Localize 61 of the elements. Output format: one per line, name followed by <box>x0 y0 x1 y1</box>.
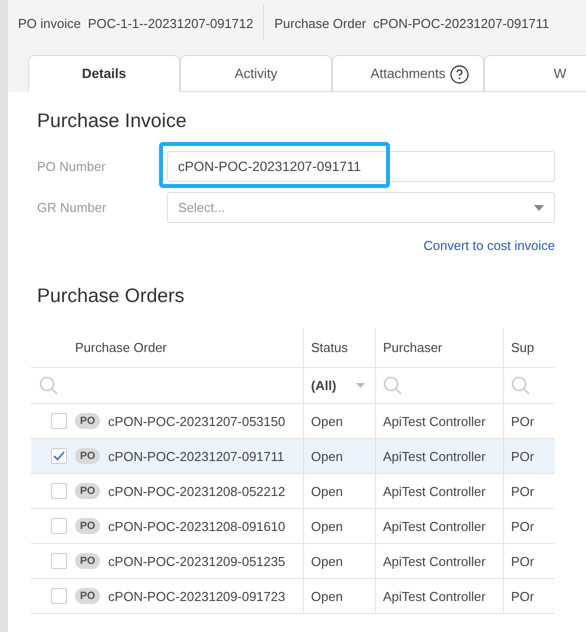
supplier-cell: POr <box>511 484 534 498</box>
row-checkbox[interactable] <box>51 413 67 429</box>
field-label: GR Number <box>37 200 108 215</box>
po-badge: PO <box>75 483 100 499</box>
order-number: cPON-POC-20231209-051235 <box>108 554 286 568</box>
column-header[interactable]: Sup <box>511 340 534 355</box>
status-cell: Open <box>311 484 343 498</box>
order-number: cPON-POC-20231208-052212 <box>108 484 286 498</box>
supplier-cell: POr <box>511 554 534 568</box>
column-header[interactable]: Status <box>311 340 348 355</box>
row-checkbox[interactable] <box>51 448 67 464</box>
supplier-cell: POr <box>511 448 534 464</box>
po-number-field[interactable]: cPON-POC-20231207-091711 <box>167 151 555 182</box>
supplier-cell: POr <box>511 414 534 428</box>
order-number: cPON-POC-20231209-091723 <box>108 588 286 604</box>
row-checkbox[interactable] <box>51 483 67 499</box>
po-badge: PO <box>75 413 100 429</box>
search-icon[interactable] <box>39 376 59 396</box>
section-title: Purchase Invoice <box>37 110 188 133</box>
status-cell: Open <box>311 448 343 464</box>
tab[interactable]: Details <box>28 55 180 92</box>
purchaser-cell: ApiTest Controller <box>383 414 486 428</box>
column-header[interactable]: Purchaser <box>383 340 442 355</box>
order-number: cPON-POC-20231208-091610 <box>108 518 286 534</box>
search-icon[interactable] <box>511 376 531 396</box>
po-badge: PO <box>75 588 100 604</box>
status-cell: Open <box>311 588 343 604</box>
field-label: PO Number <box>37 159 107 174</box>
purchaser-cell: ApiTest Controller <box>383 484 486 498</box>
supplier-cell: POr <box>511 518 534 534</box>
help-icon[interactable] <box>450 65 469 84</box>
search-icon[interactable] <box>383 376 403 396</box>
tab[interactable]: W <box>484 55 586 92</box>
status-filter[interactable]: (All) <box>311 378 336 393</box>
row-checkbox[interactable] <box>51 553 67 569</box>
po-badge: PO <box>75 518 100 534</box>
tab[interactable]: Attachments <box>332 55 484 92</box>
order-number: cPON-POC-20231207-091711 <box>108 448 284 464</box>
caret-icon <box>534 204 544 210</box>
row-checkbox[interactable] <box>51 588 67 604</box>
row-checkbox[interactable] <box>51 518 67 534</box>
status-cell: Open <box>311 554 343 568</box>
status-cell: Open <box>311 518 343 534</box>
purchaser-cell: ApiTest Controller <box>383 588 486 604</box>
header-label: Purchase Order <box>274 16 366 30</box>
convert-link[interactable]: Convert to cost invoice <box>423 238 555 253</box>
status-cell: Open <box>311 414 343 428</box>
po-badge: PO <box>75 553 100 569</box>
supplier-cell: POr <box>511 588 534 604</box>
column-header[interactable]: Purchase Order <box>75 340 167 355</box>
header-value: cPON-POC-20231207-091711 <box>373 16 550 30</box>
header-label: PO invoice <box>18 16 81 30</box>
caret-icon[interactable] <box>356 383 365 388</box>
purchaser-cell: ApiTest Controller <box>383 448 486 464</box>
tab[interactable]: Activity <box>180 55 332 92</box>
order-number: cPON-POC-20231207-053150 <box>108 414 286 428</box>
po-badge: PO <box>75 448 100 464</box>
purchaser-cell: ApiTest Controller <box>383 518 486 534</box>
section-title: Purchase Orders <box>37 285 186 308</box>
purchaser-cell: ApiTest Controller <box>383 554 486 568</box>
header-value: POC-1-1--20231207-091712 <box>88 16 254 30</box>
